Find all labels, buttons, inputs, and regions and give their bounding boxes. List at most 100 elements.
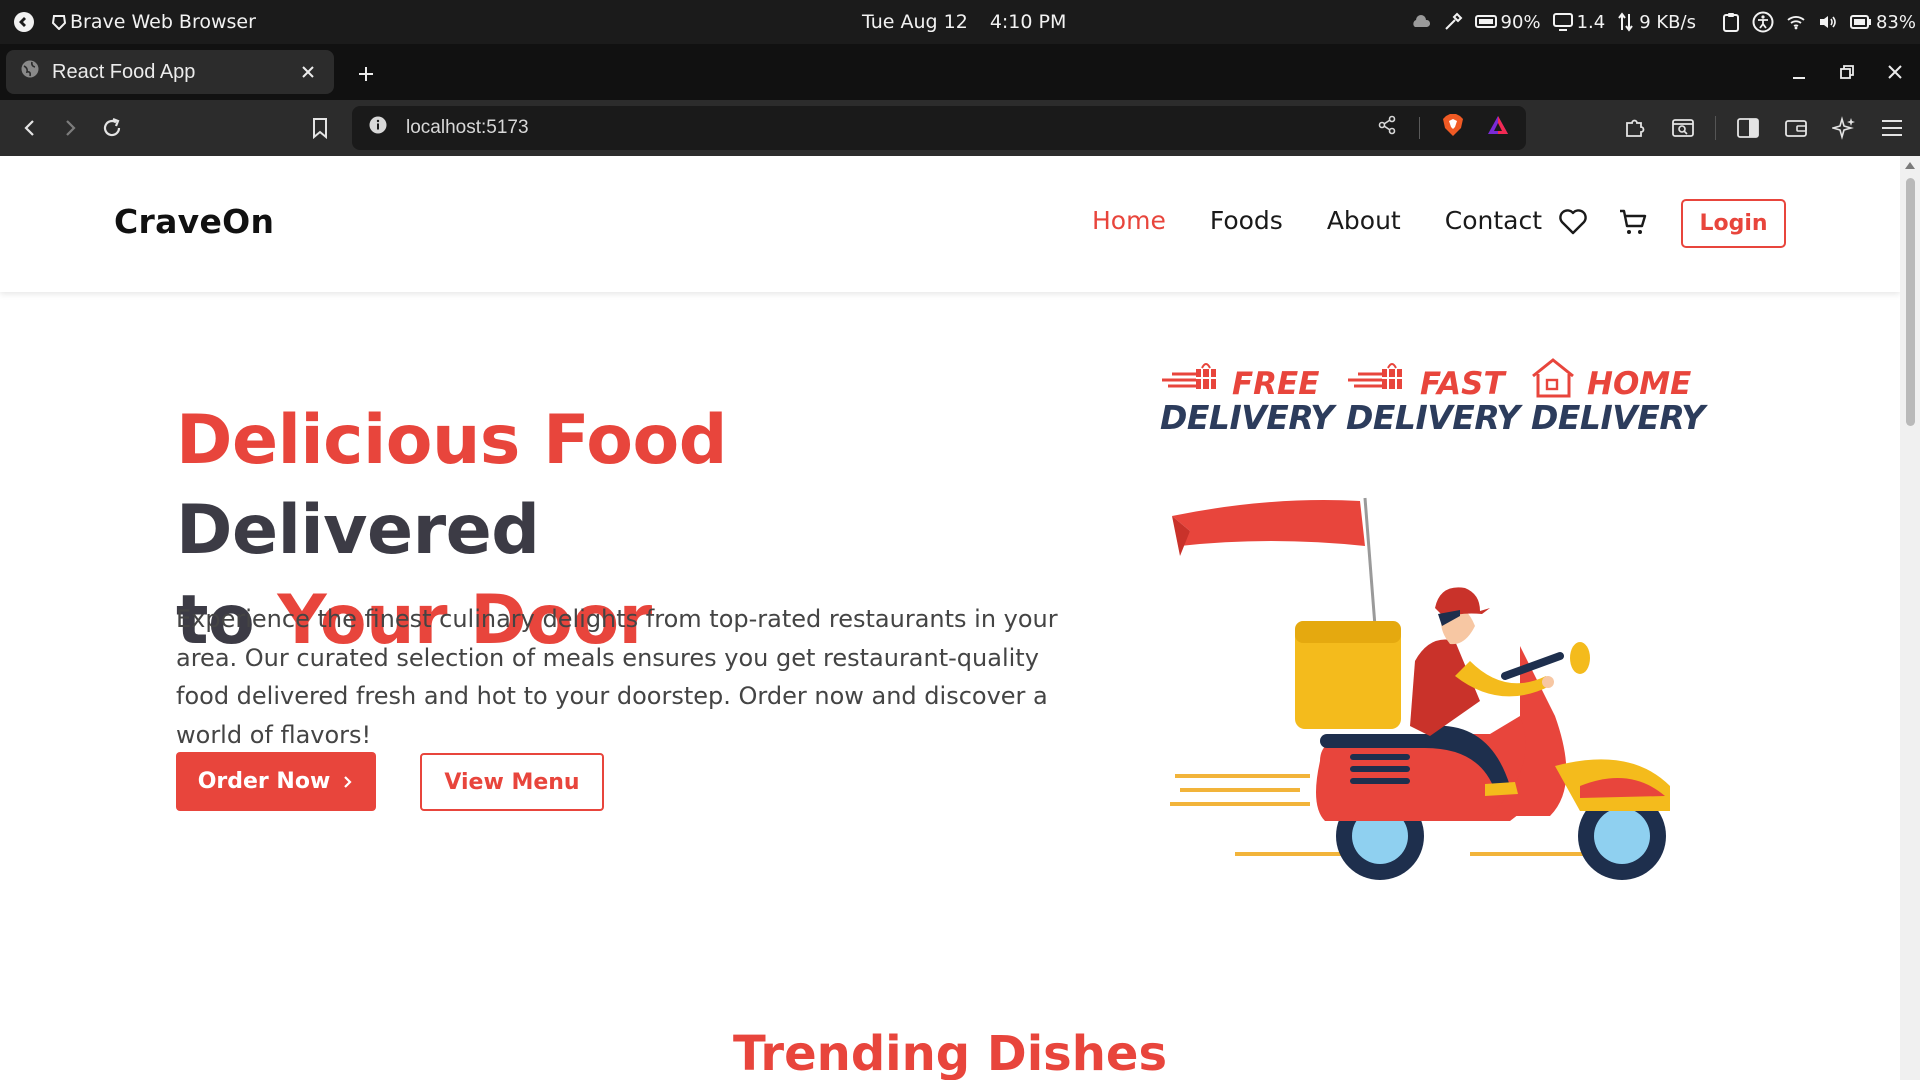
page-viewport: CraveOn Home Foods About Contact Login D… (0, 156, 1900, 1080)
address-bar[interactable]: localhost:5173 (352, 106, 1526, 150)
fast-delivery-badge: FAST DELIVERY (1344, 356, 1520, 438)
color-picker-icon[interactable] (1443, 12, 1463, 32)
cloud-icon[interactable] (1411, 15, 1431, 29)
puzzle-icon (1626, 119, 1645, 137)
os-time: 4:10 PM (989, 11, 1067, 33)
memory-indicator[interactable]: 90% (1474, 11, 1541, 33)
close-icon (1888, 65, 1902, 79)
sidebar-button[interactable] (1732, 112, 1764, 144)
brave-shields-icon[interactable] (1442, 113, 1464, 143)
close-window-button[interactable] (1882, 59, 1908, 85)
free-delivery-badge: FREE DELIVERY (1158, 356, 1334, 438)
minimize-button[interactable] (1786, 59, 1812, 85)
hero-title-accent-1: Delicious Food (176, 401, 727, 480)
os-top-bar: Brave Web Browser Tue Aug 12 4:10 PM 90%… (0, 0, 1920, 44)
chevron-right-icon (344, 775, 352, 788)
close-tab-icon[interactable] (296, 60, 320, 84)
nav-home[interactable]: Home (1092, 206, 1166, 235)
order-now-button[interactable]: Order Now (176, 752, 376, 811)
heart-icon[interactable] (1558, 208, 1588, 241)
load-indicator[interactable]: 1.4 (1552, 11, 1606, 33)
browser-tab-active[interactable]: React Food App (6, 50, 334, 94)
reload-button[interactable] (96, 112, 128, 144)
os-app-name: Brave Web Browser (70, 11, 256, 33)
os-menu-icon[interactable] (12, 10, 36, 34)
restore-button[interactable] (1834, 59, 1860, 85)
restore-icon (1840, 65, 1854, 79)
accessibility-icon[interactable] (1752, 11, 1774, 33)
brave-icon (52, 15, 66, 30)
badge-bottom-text: DELIVERY (1160, 398, 1334, 437)
sparkle-icon (1832, 116, 1855, 140)
search-page-icon (1672, 119, 1694, 137)
memory-icon (1474, 15, 1497, 28)
badge-top-text: FAST (1420, 366, 1505, 402)
network-indicator[interactable]: 9 KB/s (1617, 12, 1696, 33)
browser-toolbar: localhost:5173 (0, 100, 1920, 156)
memory-value: 90% (1500, 11, 1541, 33)
plus-icon (359, 67, 373, 81)
fast-lines-icon (1348, 363, 1402, 389)
chevron-right-icon (66, 120, 76, 136)
order-now-label: Order Now (197, 769, 331, 794)
site-logo[interactable]: CraveOn (114, 202, 274, 241)
address-bar-divider (1419, 117, 1420, 139)
os-date: Tue Aug 12 (862, 11, 968, 33)
share-icon[interactable] (1377, 115, 1397, 141)
clipboard-icon[interactable] (1722, 12, 1740, 32)
bookmark-icon (313, 118, 327, 139)
url-text[interactable]: localhost:5173 (406, 117, 1377, 139)
load-value: 1.4 (1576, 11, 1606, 33)
reload-icon (103, 117, 121, 137)
battery-indicator[interactable]: 83% (1849, 11, 1916, 33)
battery-icon (1849, 15, 1871, 29)
badge-bottom-text: DELIVERY (1346, 398, 1520, 437)
fast-lines-icon (1162, 363, 1216, 389)
main-menu-button[interactable] (1876, 112, 1908, 144)
network-arrows-icon (1618, 12, 1634, 32)
reader-mode-button[interactable] (1667, 112, 1699, 144)
home-delivery-badge: HOME DELIVERY (1529, 356, 1705, 438)
wallet-button[interactable] (1780, 112, 1812, 144)
scrollbar-thumb[interactable] (1906, 178, 1915, 426)
volume-icon[interactable] (1818, 14, 1838, 30)
cart-icon[interactable] (1618, 208, 1648, 241)
badge-bottom-text: DELIVERY (1531, 398, 1705, 437)
site-info-icon[interactable] (368, 115, 388, 141)
scroll-up-arrow-icon[interactable] (1905, 162, 1915, 169)
hamburger-menu-icon (1882, 120, 1902, 136)
trending-dishes-heading: Trending Dishes (732, 1026, 1168, 1080)
login-button[interactable]: Login (1681, 199, 1786, 248)
wallet-icon (1785, 120, 1807, 137)
hero-title-text-1: Delivered (176, 491, 540, 570)
page-scrollbar[interactable] (1900, 156, 1920, 1080)
nav-foods[interactable]: Foods (1210, 206, 1283, 235)
wifi-icon[interactable] (1786, 14, 1806, 30)
tab-title: React Food App (52, 60, 196, 83)
delivery-scooter-illustration (1170, 497, 1670, 880)
view-menu-button[interactable]: View Menu (420, 753, 604, 811)
site-navbar: CraveOn Home Foods About Contact Login (0, 156, 1900, 292)
network-value: 9 KB/s (1639, 11, 1696, 33)
brave-rewards-icon[interactable] (1486, 114, 1510, 142)
chevron-left-icon (24, 120, 34, 136)
badge-top-text: HOME (1587, 366, 1692, 402)
os-clock[interactable]: Tue Aug 12 4:10 PM (862, 0, 1066, 44)
os-active-app[interactable]: Brave Web Browser (52, 11, 256, 33)
badge-top-text: FREE (1232, 366, 1320, 402)
nav-contact[interactable]: Contact (1445, 206, 1542, 235)
back-button[interactable] (14, 112, 46, 144)
leo-ai-button[interactable] (1828, 112, 1860, 144)
new-tab-button[interactable] (352, 60, 380, 88)
hero-description: Experience the finest culinary delights … (176, 605, 1058, 749)
forward-button[interactable] (54, 112, 86, 144)
extensions-button[interactable] (1619, 112, 1651, 144)
nav-links: Home Foods About Contact (1092, 206, 1542, 235)
nav-about[interactable]: About (1327, 206, 1401, 235)
minimize-icon (1793, 77, 1805, 79)
toolbar-divider (1715, 116, 1716, 140)
battery-value: 83% (1875, 11, 1916, 33)
house-icon (1532, 358, 1574, 398)
bookmark-button[interactable] (304, 112, 336, 144)
globe-icon (20, 59, 40, 85)
